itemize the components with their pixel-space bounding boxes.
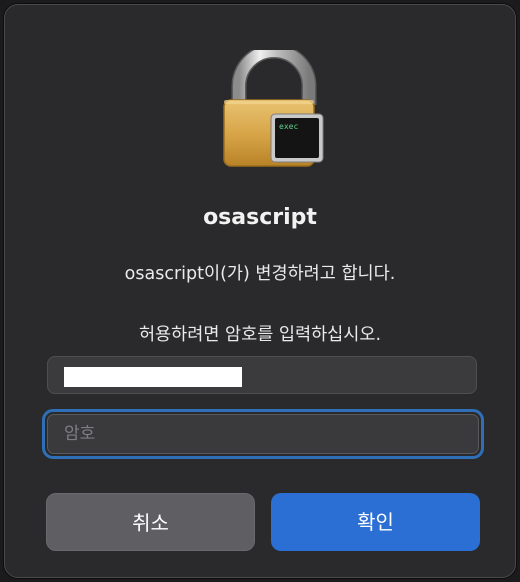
dialog-prompt: 허용하려면 암호를 입력하십시오. [138, 325, 382, 345]
exec-badge-text: exec [279, 122, 298, 131]
username-field[interactable] [47, 356, 477, 394]
ok-button[interactable]: 확인 [271, 493, 480, 551]
padlock-exec-icon: exec [219, 43, 329, 170]
username-redacted [64, 367, 242, 387]
password-field[interactable] [48, 415, 478, 453]
password-field-container [47, 414, 479, 454]
auth-dialog: exec osascript osascript이(가) 변경하려고 합니다. … [4, 4, 516, 578]
cancel-button[interactable]: 취소 [46, 493, 255, 551]
dialog-message: osascript이(가) 변경하려고 합니다. [124, 264, 396, 284]
dialog-title: osascript [203, 205, 317, 230]
password-focus-ring [42, 409, 484, 459]
